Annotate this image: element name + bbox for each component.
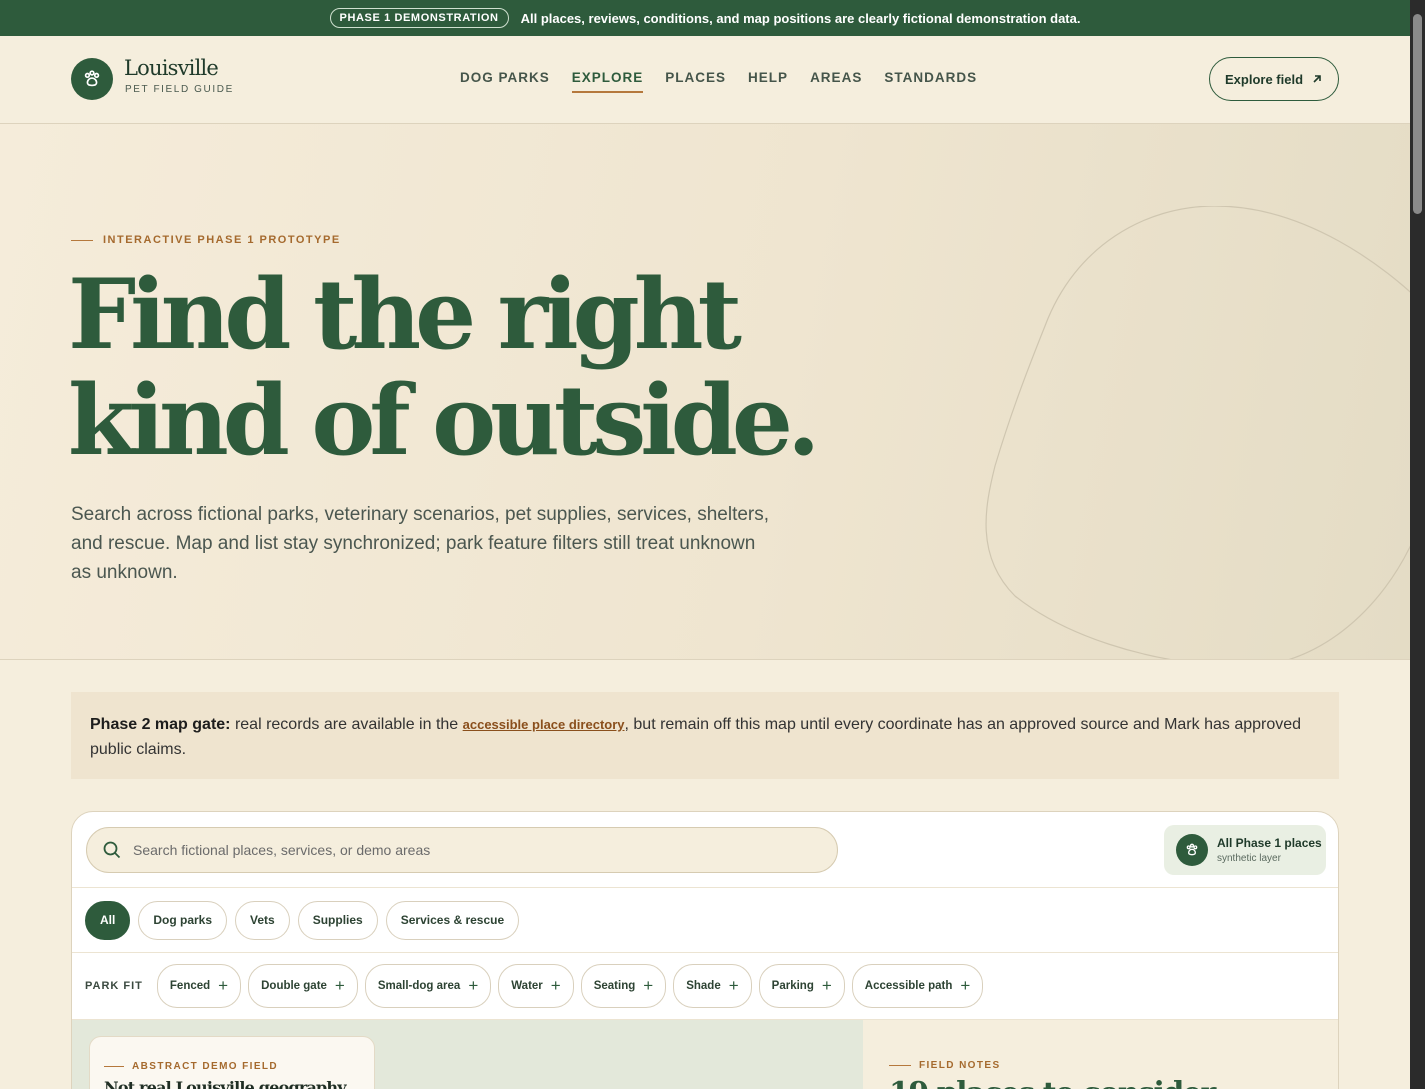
nav-places[interactable]: PLACES — [665, 70, 726, 93]
headline-line-1: Find the right — [68, 258, 742, 371]
park-fit-filters: PARK FIT Fenced + Double gate + Small-dog … — [72, 953, 1338, 1020]
field-notes-title: 19 places to consider — [889, 1076, 1216, 1089]
headline-line-2: kind of outside. — [68, 364, 820, 477]
explore-field-button[interactable]: Explore field — [1209, 57, 1339, 101]
arrow-up-right-icon — [1313, 75, 1321, 83]
page-scrollbar[interactable] — [1410, 0, 1425, 1089]
layer-subtitle: synthetic layer — [1217, 853, 1281, 864]
demo-badge: PHASE 1 DEMONSTRATION — [329, 8, 509, 28]
decorative-blob — [985, 206, 1410, 659]
map-area[interactable]: ABSTRACT DEMO FIELD Not real Louisville … — [72, 1020, 863, 1089]
nav-dog-parks[interactable]: DOG PARKS — [460, 70, 550, 93]
map-card-title: Not real Louisville geography — [104, 1078, 347, 1089]
demo-banner: PHASE 1 DEMONSTRATION All places, review… — [0, 0, 1410, 36]
feature-label: Accessible path — [864, 980, 953, 992]
category-filters: All Dog parks Vets Supplies Services & r… — [72, 887, 1338, 953]
feature-fenced[interactable]: Fenced + — [156, 964, 242, 1008]
search-input[interactable] — [133, 842, 773, 858]
scrollbar-thumb[interactable] — [1413, 14, 1422, 214]
site-header: Louisville PET FIELD GUIDE DOG PARKS EXP… — [0, 36, 1410, 124]
feature-label: Double gate — [261, 980, 327, 992]
feature-seating[interactable]: Seating + — [580, 964, 667, 1008]
map-gate-notice: Phase 2 map gate: real records are avail… — [71, 692, 1339, 779]
logo-subtitle: PET FIELD GUIDE — [125, 84, 234, 95]
map-info-card: ABSTRACT DEMO FIELD Not real Louisville … — [89, 1036, 375, 1089]
feature-label: Parking — [771, 980, 814, 992]
nav-help[interactable]: HELP — [748, 70, 788, 93]
nav-explore[interactable]: EXPLORE — [571, 70, 644, 93]
plus-icon: + — [334, 976, 345, 995]
plus-icon: + — [468, 976, 479, 995]
accessible-directory-link[interactable]: accessible place directory — [463, 717, 625, 732]
logo-title[interactable]: Louisville — [124, 56, 219, 80]
category-services-rescue[interactable]: Services & rescue — [385, 900, 520, 940]
explorer-panel: All Phase 1 places synthetic layer All D… — [71, 811, 1339, 1089]
field-notes-eyebrow: FIELD NOTES — [889, 1060, 1001, 1071]
gate-lead: Phase 2 map gate: — [90, 716, 231, 733]
map-card-eyebrow: ABSTRACT DEMO FIELD — [104, 1061, 360, 1072]
layer-title: All Phase 1 places — [1217, 836, 1322, 850]
feature-label: Shade — [686, 980, 721, 992]
plus-icon: + — [550, 976, 561, 995]
plus-icon: + — [728, 976, 739, 995]
category-all[interactable]: All — [85, 900, 131, 940]
search-icon — [103, 841, 121, 859]
paw-icon[interactable] — [71, 58, 113, 100]
feature-label: Fenced — [169, 980, 211, 992]
search-bar[interactable] — [86, 827, 838, 873]
category-dog-parks[interactable]: Dog parks — [138, 900, 228, 940]
feature-parking[interactable]: Parking + — [758, 964, 845, 1008]
park-fit-label: PARK FIT — [85, 980, 143, 992]
hero-section: INTERACTIVE PHASE 1 PROTOTYPE Find the r… — [0, 124, 1410, 660]
explore-field-label: Explore field — [1224, 71, 1304, 87]
feature-accessible-path[interactable]: Accessible path + — [851, 964, 984, 1008]
layer-paw-icon — [1176, 834, 1208, 866]
main-nav: DOG PARKS EXPLORE PLACES HELP AREAS STAN… — [460, 70, 977, 93]
feature-label: Small-dog area — [377, 980, 461, 992]
feature-label: Water — [511, 980, 543, 992]
feature-small-dog-area[interactable]: Small-dog area + — [364, 964, 492, 1008]
plus-icon: + — [643, 976, 654, 995]
field-notes: FIELD NOTES 19 places to consider — [863, 1020, 1338, 1089]
plus-icon: + — [218, 976, 229, 995]
hero-eyebrow: INTERACTIVE PHASE 1 PROTOTYPE — [71, 234, 341, 246]
category-supplies[interactable]: Supplies — [297, 900, 378, 940]
nav-standards[interactable]: STANDARDS — [884, 70, 977, 93]
feature-double-gate[interactable]: Double gate + — [248, 964, 358, 1008]
feature-shade[interactable]: Shade + — [673, 964, 752, 1008]
plus-icon: + — [960, 976, 971, 995]
gate-text-before: real records are available in the — [230, 716, 463, 733]
nav-areas[interactable]: AREAS — [810, 70, 862, 93]
hero-description: Search across fictional parks, veterinar… — [71, 504, 770, 583]
demo-message: All places, reviews, conditions, and map… — [520, 10, 1081, 26]
layer-toggle[interactable]: All Phase 1 places synthetic layer — [1164, 825, 1326, 875]
feature-water[interactable]: Water + — [498, 964, 574, 1008]
feature-label: Seating — [593, 980, 636, 992]
hero-headline: Find the right kind of outside. — [68, 262, 828, 474]
plus-icon: + — [821, 976, 832, 995]
category-vets[interactable]: Vets — [235, 900, 290, 940]
